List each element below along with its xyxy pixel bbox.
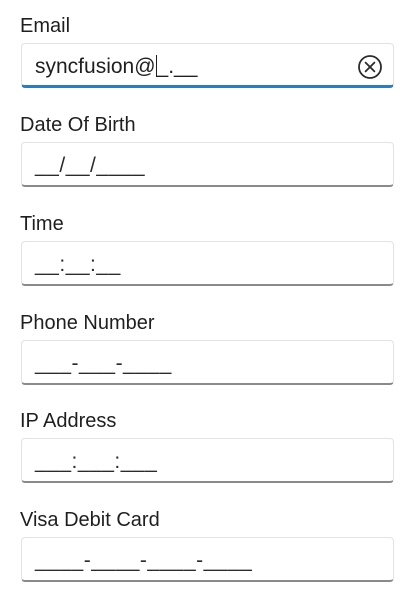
time-label: Time [20,213,64,235]
clear-button[interactable] [357,54,383,80]
time-field-group: Time __:__:__ [20,212,395,286]
phone-number-field-group: Phone Number ___-___-____ [20,311,395,385]
email-value: syncfusion@_.__ [35,55,197,79]
time-input[interactable]: __:__:__ [21,241,394,286]
visa-debit-card-field-group: Visa Debit Card ____-____-____-____ [20,508,395,582]
date-of-birth-input[interactable]: __/__/____ [21,142,394,187]
email-value-text: syncfusion@ [35,55,156,78]
ip-address-field-group: IP Address ___:___:___ [20,409,395,483]
visa-debit-card-value: ____-____-____-____ [35,549,253,572]
email-field-group: Email syncfusion@_.__ [20,14,395,88]
email-mask-placeholder: _.__ [156,55,198,78]
visa-debit-card-input[interactable]: ____-____-____-____ [21,537,394,582]
date-of-birth-label: Date Of Birth [20,114,136,136]
phone-number-label: Phone Number [20,312,155,334]
date-of-birth-value: __/__/____ [35,154,146,177]
ip-address-input[interactable]: ___:___:___ [21,438,394,483]
time-value: __:__:__ [35,253,121,276]
date-of-birth-field-group: Date Of Birth __/__/____ [20,113,395,187]
ip-address-value: ___:___:___ [35,450,158,473]
visa-debit-card-label: Visa Debit Card [20,509,160,531]
clear-circle-x-icon [358,55,382,79]
phone-number-input[interactable]: ___-___-____ [21,340,394,385]
email-label: Email [20,15,71,37]
phone-number-value: ___-___-____ [35,352,172,375]
email-input[interactable]: syncfusion@_.__ [21,43,394,88]
ip-address-label: IP Address [20,410,117,432]
